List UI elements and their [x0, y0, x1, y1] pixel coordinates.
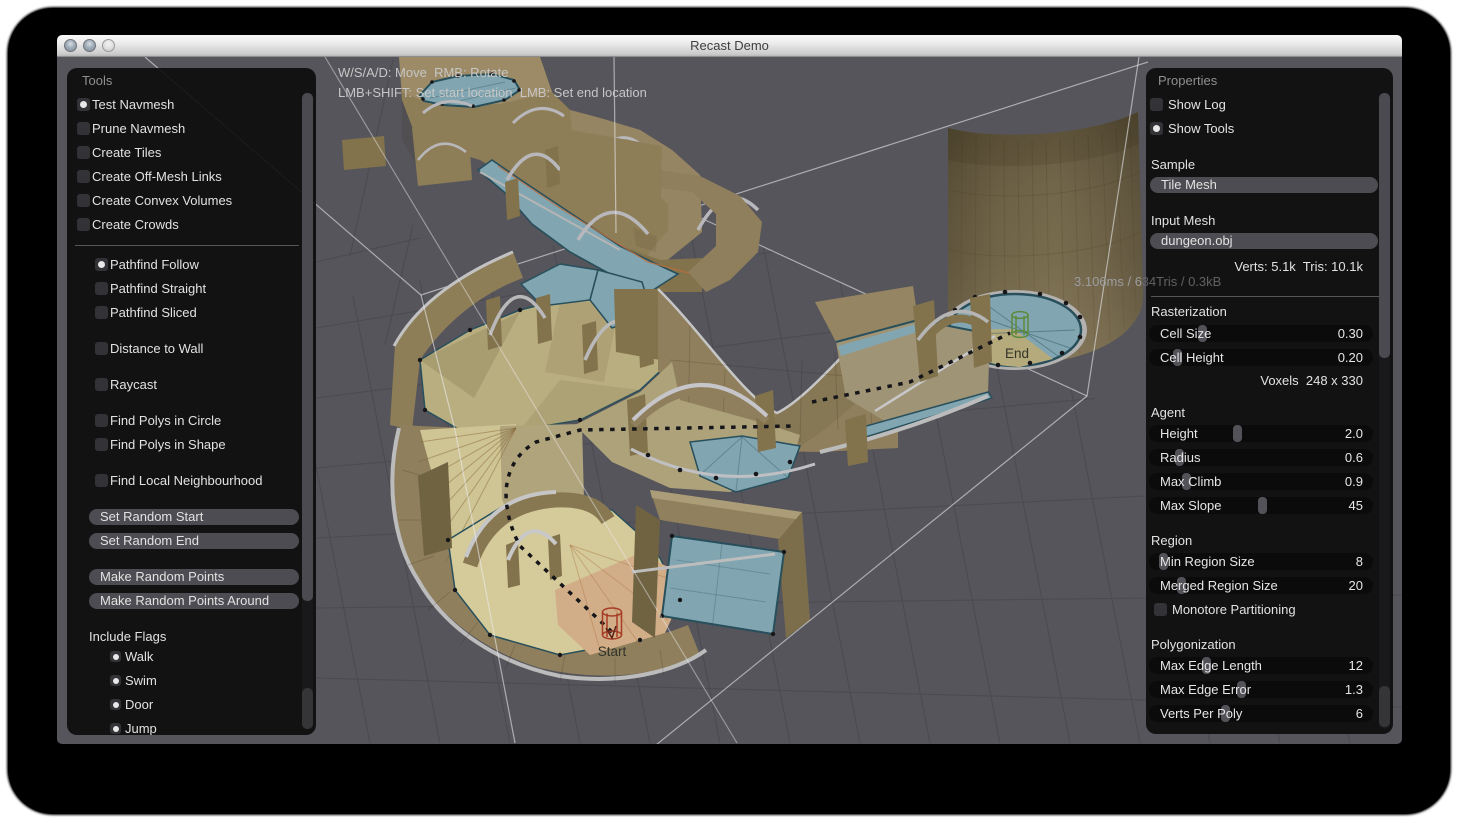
svg-text:End: End — [1005, 346, 1029, 361]
svg-text:Start: Start — [598, 644, 627, 659]
